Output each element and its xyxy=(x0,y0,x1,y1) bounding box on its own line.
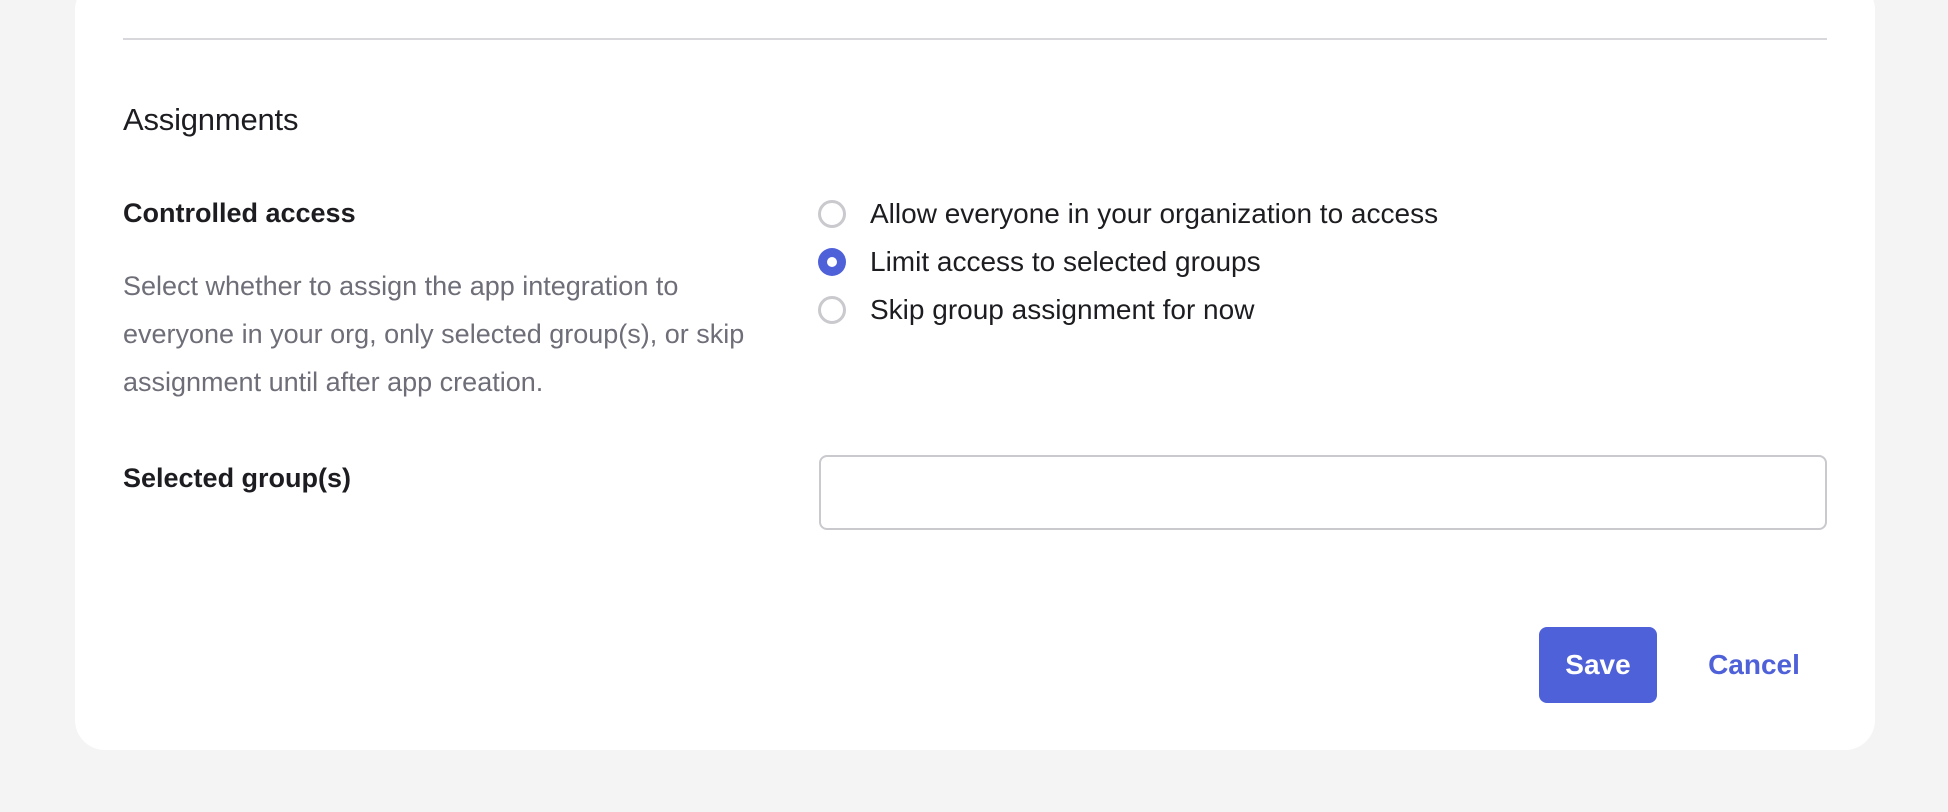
radio-option-allow-everyone[interactable]: Allow everyone in your organization to a… xyxy=(818,190,1438,238)
radio-button-selected-icon[interactable] xyxy=(818,248,846,276)
selected-groups-input[interactable] xyxy=(819,455,1827,530)
radio-option-label: Limit access to selected groups xyxy=(870,246,1261,277)
selected-groups-label: Selected group(s) xyxy=(123,463,352,493)
radio-option-skip-assignment[interactable]: Skip group assignment for now xyxy=(818,286,1438,334)
radio-option-label: Skip group assignment for now xyxy=(870,294,1255,325)
section-title: Assignments xyxy=(123,102,299,137)
cancel-button[interactable]: Cancel xyxy=(1690,627,1818,703)
controlled-access-radio-group: Allow everyone in your organization to a… xyxy=(818,190,1438,334)
save-button[interactable]: Save xyxy=(1539,627,1657,703)
radio-option-label: Allow everyone in your organization to a… xyxy=(870,198,1439,229)
section-divider xyxy=(123,38,1827,40)
radio-option-limit-to-groups[interactable]: Limit access to selected groups xyxy=(818,238,1438,286)
controlled-access-label: Controlled access xyxy=(123,198,356,228)
controlled-access-description: Select whether to assign the app integra… xyxy=(123,271,745,397)
radio-button-icon[interactable] xyxy=(818,200,846,228)
radio-button-icon[interactable] xyxy=(818,296,846,324)
